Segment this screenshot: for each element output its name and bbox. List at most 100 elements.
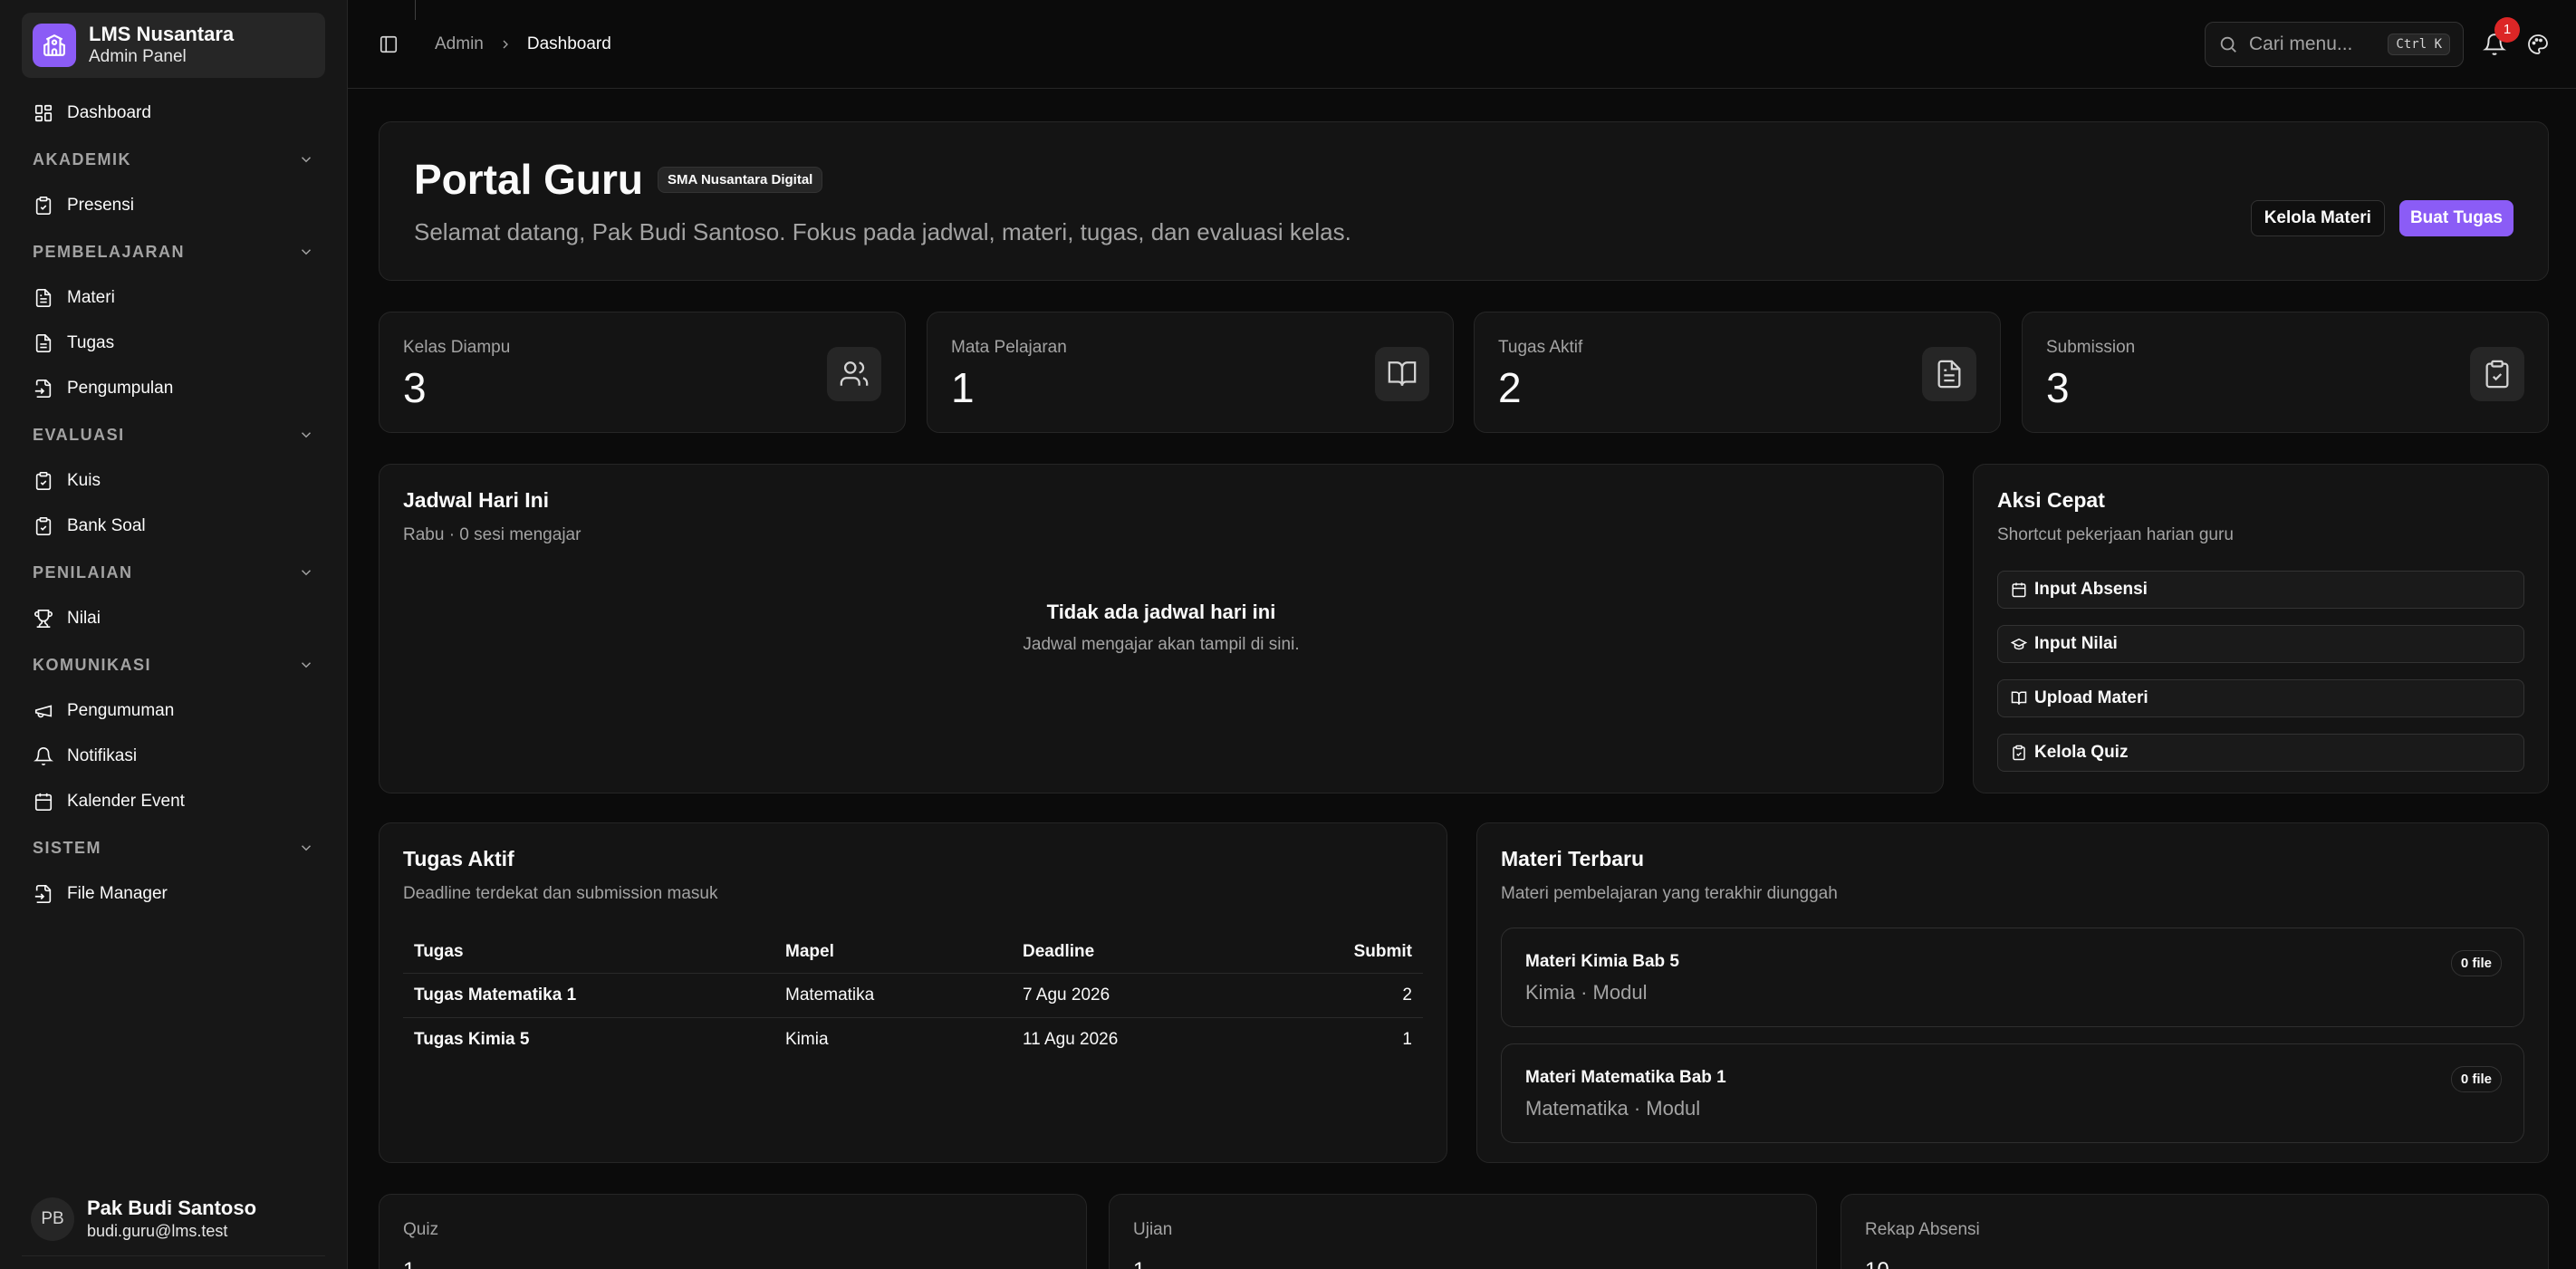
button-label: Upload Materi [2034,688,2148,707]
group-label: PENILAIAN [33,562,133,582]
group-label: EVALUASI [33,425,125,444]
sidebar-item-dashboard[interactable]: Dashboard [22,91,325,136]
sidebar-item-pengumuman[interactable]: Pengumuman [22,688,325,734]
stat-label: Mata Pelajaran [951,338,1067,357]
hero-card: Portal Guru SMA Nusantara Digital Selama… [379,121,2549,281]
panel-subtitle: Shortcut pekerjaan harian guru [1997,525,2234,544]
sidebar-group-sistem[interactable]: SISTEM [22,824,325,871]
sidebar-group-komunikasi[interactable]: KOMUNIKASI [22,641,325,688]
kelola-quiz-button[interactable]: Kelola Quiz [1997,734,2524,772]
group-label: AKADEMIK [33,149,131,168]
panel-subtitle: Deadline terdekat dan submission masuk [403,884,718,903]
materi-meta: Kimia · Modul [1525,981,1648,1004]
chevron-down-icon [301,432,312,438]
calendar-icon [2012,582,2026,598]
group-label: SISTEM [33,838,102,857]
shortcut-hint: Ctrl K [2388,33,2450,55]
cell-deadline: 11 Agu 2026 [1023,1029,1119,1049]
table-row[interactable]: Tugas Matematika 1 Matematika 7 Agu 2026… [403,973,1423,1018]
user-menu[interactable]: PB Pak Budi Santoso budi.guru@lms.test [22,1182,325,1256]
cell-submit: 2 [1255,973,1423,1018]
sidebar-item-file-manager[interactable]: File Manager [22,871,325,917]
breadcrumb-admin[interactable]: Admin [435,34,484,54]
sidebar-item-kalender-event[interactable]: Kalender Event [22,779,325,824]
input-nilai-button[interactable]: Input Nilai [1997,625,2524,663]
sidebar-item-presensi[interactable]: Presensi [22,183,325,228]
sidebar-group-evaluasi[interactable]: EVALUASI [22,411,325,458]
upload-materi-button[interactable]: Upload Materi [1997,679,2524,717]
clipboard-check-icon [33,515,54,537]
cell-tugas: Tugas Kimia 5 [414,1029,530,1049]
sidebar-item-notifikasi[interactable]: Notifikasi [22,734,325,779]
input-absensi-button[interactable]: Input Absensi [1997,571,2524,609]
materi-title: Materi Matematika Bab 1 [1525,1068,1726,1087]
search-icon [2220,36,2236,53]
sidebar-item-tugas[interactable]: Tugas [22,321,325,366]
materi-terbaru-card: Materi Terbaru Materi pembelajaran yang … [1476,822,2549,1163]
jadwal-card: Jadwal Hari Ini Rabu · 0 sesi mengajar T… [379,464,1944,793]
brand-switcher[interactable]: LMS Nusantara Admin Panel [22,13,325,78]
stat-label: Kelas Diampu [403,338,511,357]
stat-card-kelas: Kelas Diampu 3 [379,312,906,433]
layout-dashboard-icon [33,102,54,124]
sidebar-item-label: Materi [67,288,115,307]
file-count-badge: 0 file [2450,950,2502,976]
panel-title: Tugas Aktif [403,847,514,870]
notifications-button[interactable]: 1 [2478,16,2520,61]
sidebar-item-bank-soal[interactable]: Bank Soal [22,504,325,549]
sidebar-item-nilai[interactable]: Nilai [22,596,325,641]
file-input-icon [33,378,54,399]
breadcrumb: Admin Dashboard [435,34,611,54]
chevron-down-icon [301,662,312,668]
stat-card-tugas: Tugas Aktif 2 [1474,312,2001,433]
button-label: Kelola Quiz [2034,743,2129,762]
button-label: Input Nilai [2034,634,2118,653]
table-row[interactable]: Tugas Kimia 5 Kimia 11 Agu 2026 1 [403,1017,1423,1062]
empty-subtitle: Jadwal mengajar akan tampil di sini. [1023,635,1300,654]
column-header: Submit [1255,931,1423,974]
user-name: Pak Budi Santoso [87,1196,257,1219]
kelola-materi-button[interactable]: Kelola Materi [2250,200,2385,236]
stat-label: Submission [2046,338,2136,357]
sidebar-item-label: Kalender Event [67,792,185,811]
sidebar-group-akademik[interactable]: AKADEMIK [22,136,325,183]
buat-tugas-button[interactable]: Buat Tugas [2398,200,2514,236]
sidebar-item-label: Tugas [67,333,115,352]
search-input[interactable]: Cari menu... Ctrl K [2205,21,2464,67]
file-input-icon [33,883,54,905]
sidebar-item-label: Presensi [67,196,134,215]
stat-label: Rekap Absensi [1865,1220,1980,1239]
notification-badge: 1 [2494,16,2520,43]
empty-title: Tidak ada jadwal hari ini [1046,601,1276,623]
sidebar-group-pembelajaran[interactable]: PEMBELAJARAN [22,228,325,275]
search-placeholder: Cari menu... [2249,33,2353,54]
main-area: Admin Dashboard Cari menu... Ctrl K 1 Po… [348,0,2576,1269]
sidebar-toggle-button[interactable] [375,31,402,58]
sidebar-item-materi[interactable]: Materi [22,275,325,321]
page-title: Portal Guru [414,156,644,203]
sidebar-nav: Dashboard AKADEMIK Presensi PEMBELAJARAN… [0,78,347,917]
sidebar-group-penilaian[interactable]: PENILAIAN [22,549,325,596]
sidebar-item-kuis[interactable]: Kuis [22,458,325,504]
cell-mapel: Kimia [785,1029,829,1049]
list-item[interactable]: Materi Kimia Bab 5 Kimia · Modul 0 file [1501,928,2524,1027]
list-item[interactable]: Materi Matematika Bab 1 Matematika · Mod… [1501,1043,2524,1143]
cell-mapel: Matematika [774,973,1012,1018]
chevron-right-icon [498,37,513,52]
sidebar-item-label: Pengumuman [67,701,175,720]
sidebar-item-pengumpulan[interactable]: Pengumpulan [22,366,325,411]
materi-title: Materi Kimia Bab 5 [1525,952,1679,971]
chevron-down-icon [301,249,312,255]
file-text-icon [33,287,54,309]
sidebar-item-label: File Manager [67,884,168,903]
divider [415,0,416,20]
cell-deadline: 7 Agu 2026 [1012,973,1256,1018]
sidebar-item-label: Bank Soal [67,516,146,535]
stat-value: 10 [1865,1258,2524,1269]
stat-card-quiz: Quiz 1 [379,1194,1087,1269]
theme-button[interactable] [2522,28,2554,61]
book-open-icon [2011,691,2027,705]
users-icon [827,347,881,401]
file-icon [33,332,54,354]
tugas-aktif-card: Tugas Aktif Deadline terdekat dan submis… [379,822,1447,1163]
